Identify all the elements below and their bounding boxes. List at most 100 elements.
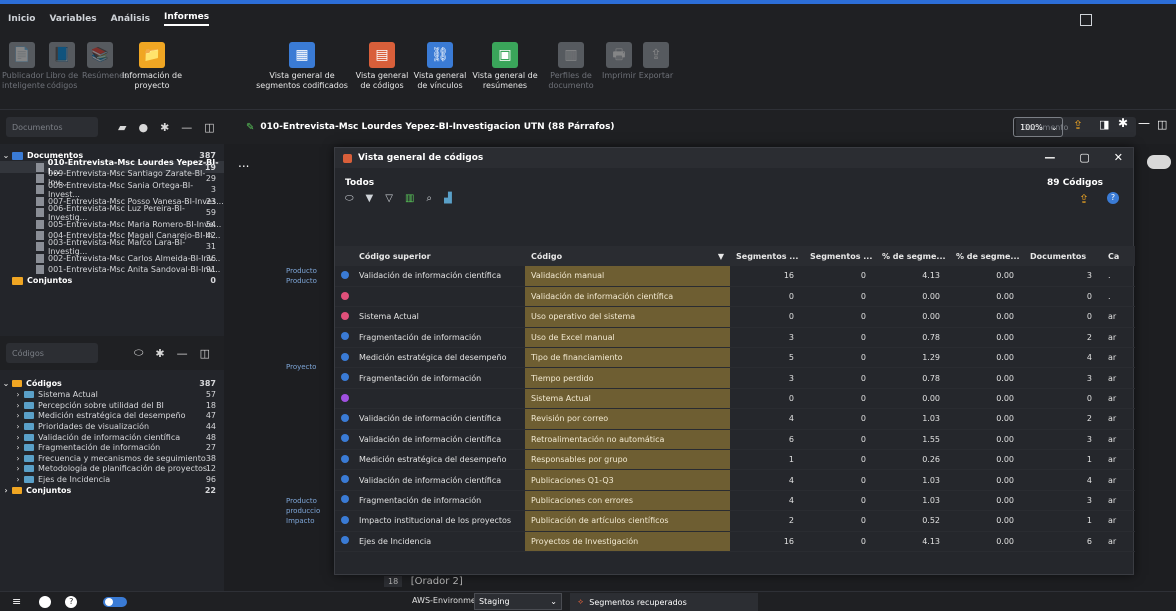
help-icon[interactable]: ? [1107, 192, 1119, 204]
menu-informes[interactable]: Informes [164, 12, 210, 26]
column-percent-1[interactable]: % de segme... [876, 246, 950, 266]
environment-select[interactable]: Staging ⌄ [474, 593, 562, 610]
panel-expand-icon[interactable]: ◫ [204, 121, 214, 134]
code-item[interactable]: › Ejes de Incidencia 96 [0, 474, 224, 485]
document-item[interactable]: 008-Entrevista-Msc Sania Ortega-BI-Inves… [0, 181, 224, 199]
column-parent-code[interactable]: Código superior [353, 246, 525, 266]
menu-analisis[interactable]: Análisis [111, 14, 150, 24]
export-icon[interactable]: ⇪ [1073, 118, 1083, 132]
minimize-icon[interactable]: — [1044, 151, 1055, 164]
code-item[interactable]: › Sistema Actual 57 [0, 389, 224, 400]
export-icon[interactable]: ⇪ [1079, 192, 1089, 206]
panel-expand-icon[interactable]: ◫ [200, 347, 210, 360]
columns-icon[interactable]: ▥ [405, 193, 414, 204]
ribbon-button-1[interactable]: 📘 Libro de códigos [44, 42, 80, 91]
code-item[interactable]: › Prioridades de visualización 44 [0, 421, 224, 432]
table-row[interactable]: Validación de información científica Retr… [335, 429, 1135, 451]
ribbon-button-2[interactable]: 📚 Resúmenes [82, 42, 128, 81]
column-segments-2[interactable]: Segmentos ... [804, 246, 876, 266]
edit-icon[interactable]: ✎ [246, 122, 254, 133]
maximize-icon[interactable]: ▢ [1079, 151, 1089, 164]
document-icon[interactable]: ▰ [118, 121, 126, 134]
table-row[interactable]: Validación de información científica 0 0 0.… [335, 286, 1135, 308]
document-item[interactable]: 005-Entrevista-Msc Maria Romero-BI-Inve.… [0, 218, 224, 229]
chevron-down-icon[interactable]: ⌄ [0, 379, 12, 388]
column-segments-1[interactable]: Segmentos ... [730, 246, 804, 266]
table-row[interactable]: Impacto institucional de los proyectos Pu… [335, 510, 1135, 532]
ribbon-button-8[interactable]: ▥ Perfiles de documento [544, 42, 598, 91]
more-options[interactable]: ... [238, 156, 249, 170]
settings-icon[interactable]: ✱ [160, 121, 169, 134]
table-row[interactable]: Medición estratégica del desempeño Tipo d… [335, 347, 1135, 369]
documents-search-input[interactable]: Documentos [6, 117, 98, 137]
new-icon[interactable]: ● [138, 121, 148, 134]
margin-code-label[interactable]: Impacto [286, 516, 315, 527]
document-sets[interactable]: Conjuntos 0 [0, 275, 224, 286]
ribbon-button-9[interactable]: 🖶 Imprimir [602, 42, 636, 81]
chat-icon[interactable] [39, 595, 52, 608]
chevron-right-icon[interactable]: › [12, 433, 24, 442]
chevron-right-icon[interactable]: › [12, 475, 24, 484]
chevron-right-icon[interactable]: › [12, 464, 24, 473]
margin-code-label[interactable]: Producto [286, 276, 317, 287]
chevron-right-icon[interactable]: › [12, 422, 24, 431]
table-row[interactable]: Validación de información científica Publ… [335, 469, 1135, 491]
code-item[interactable]: › Metodología de planificación de proyect… [0, 464, 224, 475]
table-row[interactable]: Validación de información científica Revi… [335, 408, 1135, 430]
table-row[interactable]: Medición estratégica del desempeño Respon… [335, 449, 1135, 471]
code-tag-icon[interactable]: ⬭ [134, 346, 143, 360]
close-icon[interactable]: ✕ [1114, 151, 1123, 164]
document-item[interactable]: 003-Entrevista-Msc Marco Lara-BI-Investi… [0, 238, 224, 256]
code-sets[interactable]: › Conjuntos 22 [0, 485, 224, 496]
zoom-select[interactable]: 100% ⌄ [1013, 117, 1063, 137]
document-item[interactable]: 006-Entrevista-Msc Luz Pereira-BI-Invest… [0, 204, 224, 222]
menu-icon[interactable]: ≡ [12, 595, 21, 608]
column-documents[interactable]: Documentos [1024, 246, 1102, 266]
table-row[interactable]: Validación de información científica Vali… [335, 266, 1135, 287]
table-row[interactable]: Fragmentación de información Tiempo perdi… [335, 367, 1135, 389]
code-tag-icon[interactable]: ⬭ [345, 193, 354, 204]
code-item[interactable]: › Fragmentación de información 27 [0, 442, 224, 453]
codes-search-input[interactable]: Códigos [6, 343, 98, 363]
margin-code-label[interactable]: Proyecto [286, 362, 316, 373]
help-icon[interactable]: ? [65, 595, 78, 608]
segments-recovered-tab[interactable]: ⟡ Segmentos recuperados [570, 593, 758, 611]
table-row[interactable]: Fragmentación de información Publicacione… [335, 490, 1135, 512]
chevron-right-icon[interactable]: › [12, 390, 24, 399]
code-item[interactable]: › Medición estratégica del desempeño 47 [0, 411, 224, 422]
ribbon-button-5[interactable]: ▤ Vista general de códigos [352, 42, 412, 91]
chevron-right-icon[interactable]: › [12, 454, 24, 463]
filter-clear-icon[interactable]: ▽ [385, 193, 393, 204]
ribbon-button-7[interactable]: ▣ Vista general de resúmenes [468, 42, 542, 91]
ribbon-button-4[interactable]: ▦ Vista general de segmentos codificados [250, 42, 354, 91]
code-item[interactable]: › Frecuencia y mecanismos de seguimiento 3… [0, 453, 224, 464]
panel-expand-icon[interactable]: ◫ [1157, 118, 1167, 131]
settings-icon[interactable]: ✱ [155, 347, 164, 360]
codes-root[interactable]: ⌄ Códigos 387 [0, 378, 224, 389]
column-code[interactable]: Código ▼ [525, 246, 730, 266]
search-icon[interactable]: ⌕ [426, 193, 432, 204]
table-row[interactable]: Fragmentación de información Uso de Excel… [335, 327, 1135, 349]
split-view-icon[interactable]: ◨ [1099, 118, 1109, 131]
minimize-icon[interactable]: — [181, 121, 192, 134]
document-item[interactable]: 002-Entrevista-Msc Carlos Almeida-BI-Inv… [0, 253, 224, 264]
table-row[interactable]: Sistema Actual 0 0 0.00 0.00 0 ar [335, 388, 1135, 410]
chevron-right-icon[interactable]: › [12, 411, 24, 420]
filter-icon[interactable]: ▼ [366, 193, 374, 204]
ribbon-button-10[interactable]: ⇪ Exportar [636, 42, 676, 81]
chevron-right-icon[interactable]: › [12, 443, 24, 452]
ribbon-button-3[interactable]: 📁 Información de proyecto [118, 42, 186, 91]
code-item[interactable]: › Validación de información científica 48 [0, 432, 224, 443]
table-row[interactable]: Ejes de Incidencia Proyectos de Investiga… [335, 531, 1135, 552]
column-extra[interactable]: Ca [1102, 246, 1135, 266]
settings-icon[interactable]: ✱ [1118, 116, 1128, 130]
menu-inicio[interactable]: Inicio [8, 14, 35, 24]
toggle-switch[interactable] [1147, 155, 1171, 169]
menu-variables[interactable]: Variables [49, 14, 96, 24]
ribbon-button-6[interactable]: ⛓ Vista general de vínculos [412, 42, 468, 91]
toggle-switch[interactable] [103, 596, 128, 607]
column-percent-2[interactable]: % de segme... [950, 246, 1024, 266]
minimize-icon[interactable]: — [1138, 116, 1150, 130]
ribbon-button-0[interactable]: 📄 Publicador inteligente [2, 42, 45, 91]
chart-icon[interactable]: ▟ [444, 193, 452, 204]
